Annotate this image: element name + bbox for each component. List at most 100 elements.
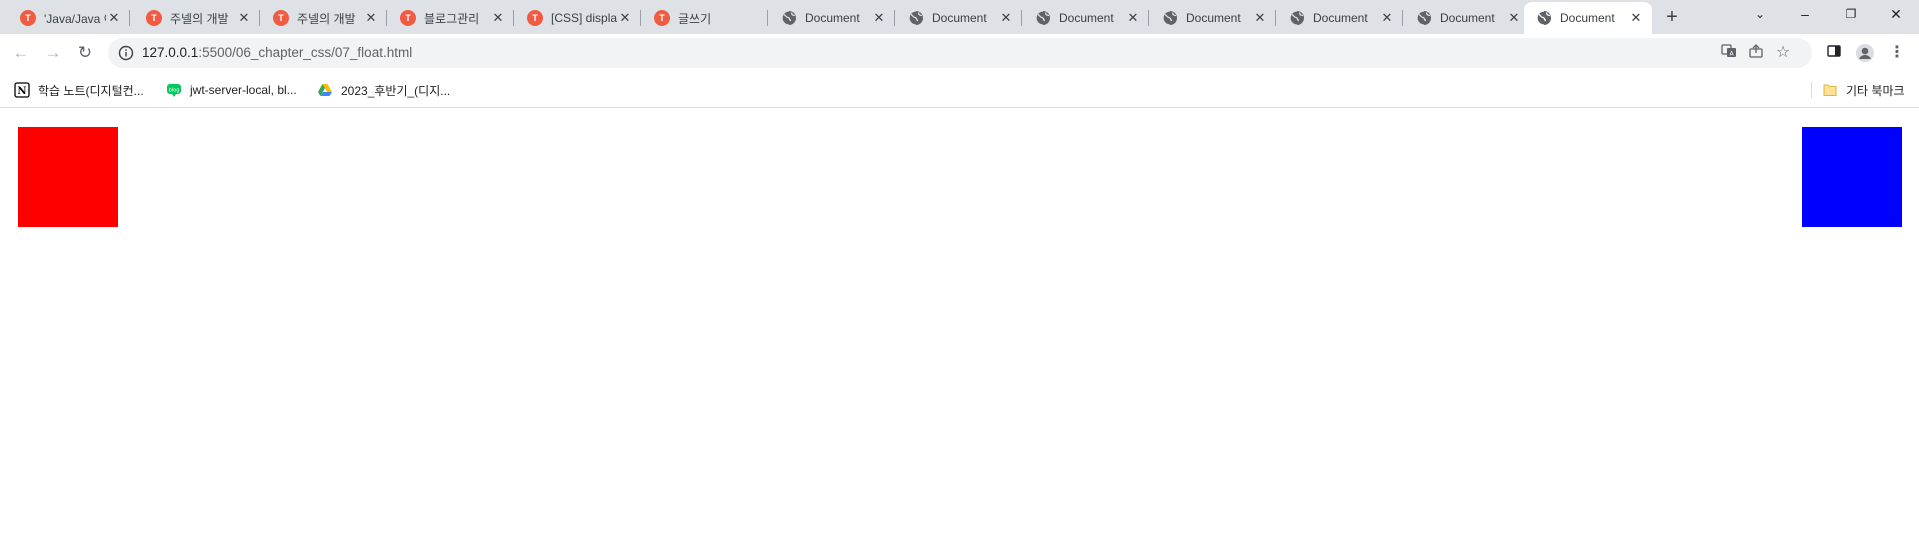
restore-window-icon[interactable]: ❐: [1828, 0, 1874, 30]
google-drive-icon: [318, 84, 332, 96]
globe-icon: [908, 10, 923, 26]
close-window-icon[interactable]: ✕: [1873, 0, 1919, 30]
tab-separator: [259, 10, 260, 26]
browser-toolbar: ← → ↻ 127.0.0.1:5500/06_chapter_css/07_f…: [0, 34, 1919, 72]
browser-tab-active[interactable]: Document ✕: [1524, 2, 1652, 34]
site-info-icon[interactable]: [118, 45, 134, 61]
tab-strip: T 'Java/Java 이 ✕ T 주넬의 개발 ✕ T 주넬의 개발 ✕ T…: [0, 0, 1919, 34]
tab-close-icon[interactable]: ✕: [871, 10, 887, 26]
globe-icon: [781, 10, 796, 26]
minimize-icon[interactable]: –: [1782, 0, 1828, 30]
tab-title: 'Java/Java 이: [44, 11, 106, 26]
tab-title: Document: [1059, 11, 1114, 25]
reload-icon[interactable]: ↻: [73, 41, 97, 65]
tistory-favicon-icon: T: [146, 10, 162, 26]
bookmark-label: 2023_후반기_(디지...: [341, 83, 451, 98]
tab-close-icon[interactable]: ✕: [1506, 10, 1522, 26]
tab-title: Document: [1560, 11, 1615, 25]
browser-tab[interactable]: Document ✕: [769, 2, 895, 34]
share-icon[interactable]: [1746, 43, 1766, 63]
bookmarks-bar: N 학습 노트(디지털컨... blog jwt-server-local, b…: [0, 72, 1919, 108]
menu-more-icon[interactable]: ⋮: [1887, 43, 1907, 63]
tab-title: 주넬의 개발: [297, 11, 356, 26]
browser-tab[interactable]: T 블로그관리 ✕: [388, 2, 514, 34]
browser-tab[interactable]: Document ✕: [1023, 2, 1149, 34]
side-panel-icon[interactable]: [1824, 43, 1844, 63]
tab-title: Document: [932, 11, 987, 25]
tab-title: 주넬의 개발: [170, 11, 229, 26]
tab-close-icon[interactable]: ✕: [236, 10, 252, 26]
tab-separator: [1275, 10, 1276, 26]
forward-arrow-icon[interactable]: →: [41, 41, 65, 65]
tab-separator: [129, 10, 130, 26]
tab-title: 글쓰기: [678, 11, 712, 26]
url-path: :5500/06_chapter_css/07_float.html: [198, 45, 413, 60]
svg-text:N: N: [17, 86, 26, 97]
tab-close-icon[interactable]: ✕: [1628, 10, 1644, 26]
tab-separator: [386, 10, 387, 26]
new-tab-button[interactable]: +: [1660, 6, 1684, 30]
tistory-favicon-icon: T: [400, 10, 416, 26]
browser-tab[interactable]: Document ✕: [1404, 2, 1530, 34]
tab-separator: [640, 10, 641, 26]
browser-tab[interactable]: T 주넬의 개발 ✕: [261, 2, 387, 34]
bookmark-item[interactable]: N 학습 노트(디지털컨...: [14, 80, 144, 100]
page-viewport: [0, 109, 1919, 556]
browser-tab[interactable]: T 글쓰기 ✕: [642, 2, 768, 34]
tab-close-icon[interactable]: ✕: [998, 10, 1014, 26]
folder-icon: [1823, 84, 1837, 96]
url-text[interactable]: 127.0.0.1:5500/06_chapter_css/07_float.h…: [142, 45, 412, 60]
float-left-red-box: [18, 127, 118, 227]
tistory-favicon-icon: T: [527, 10, 543, 26]
browser-tab[interactable]: T [CSS] displa ✕: [515, 2, 641, 34]
notion-icon: N: [14, 82, 30, 98]
globe-icon: [1289, 10, 1304, 26]
tab-title: Document: [1440, 11, 1495, 25]
profile-avatar-icon[interactable]: [1855, 43, 1875, 63]
bookmark-item[interactable]: 2023_후반기_(디지...: [317, 80, 450, 100]
bookmark-label: jwt-server-local, bl...: [190, 83, 297, 97]
float-right-blue-box: [1802, 127, 1902, 227]
translate-icon[interactable]: A: [1719, 43, 1739, 63]
other-bookmarks-folder[interactable]: 기타 북마크: [1822, 80, 1905, 100]
browser-tab[interactable]: T 주넬의 개발 ✕: [134, 2, 260, 34]
svg-text:blog: blog: [169, 88, 180, 94]
tab-separator: [1021, 10, 1022, 26]
tab-title: Document: [805, 11, 860, 25]
url-host: 127.0.0.1: [142, 45, 199, 60]
tab-title: Document: [1313, 11, 1368, 25]
browser-tab[interactable]: Document ✕: [1150, 2, 1276, 34]
bookmark-label: 학습 노트(디지털컨...: [38, 83, 144, 98]
tab-close-icon[interactable]: ✕: [1125, 10, 1141, 26]
bookmark-item[interactable]: blog jwt-server-local, bl...: [166, 80, 297, 100]
tistory-favicon-icon: T: [273, 10, 289, 26]
tab-separator: [513, 10, 514, 26]
globe-icon: [1536, 10, 1551, 26]
tab-title: Document: [1186, 11, 1241, 25]
tab-title: [CSS] displa: [551, 11, 617, 25]
address-bar[interactable]: 127.0.0.1:5500/06_chapter_css/07_float.h…: [108, 38, 1812, 68]
bookmark-star-icon[interactable]: ☆: [1773, 43, 1793, 63]
browser-tab[interactable]: Document ✕: [1277, 2, 1403, 34]
browser-tab[interactable]: Document ✕: [896, 2, 1022, 34]
blog-icon: blog: [167, 84, 181, 97]
back-arrow-icon[interactable]: ←: [9, 41, 33, 65]
tab-search-chevron-down-icon[interactable]: ⌄: [1737, 0, 1783, 30]
tab-separator: [1402, 10, 1403, 26]
tab-close-icon[interactable]: ✕: [363, 10, 379, 26]
tab-title: 블로그관리: [424, 11, 480, 26]
other-bookmarks-label: 기타 북마크: [1846, 83, 1905, 98]
globe-icon: [1035, 10, 1050, 26]
tab-close-icon[interactable]: ✕: [106, 10, 122, 26]
tab-close-icon[interactable]: ✕: [1379, 10, 1395, 26]
tab-separator: [1148, 10, 1149, 26]
globe-icon: [1162, 10, 1177, 26]
browser-tab[interactable]: T 'Java/Java 이 ✕: [8, 2, 130, 34]
tab-close-icon[interactable]: ✕: [490, 10, 506, 26]
tab-separator: [767, 10, 768, 26]
tab-separator: [894, 10, 895, 26]
tab-close-icon[interactable]: ✕: [1252, 10, 1268, 26]
globe-icon: [1416, 10, 1431, 26]
tistory-favicon-icon: T: [20, 10, 36, 26]
tab-close-icon[interactable]: ✕: [617, 10, 633, 26]
